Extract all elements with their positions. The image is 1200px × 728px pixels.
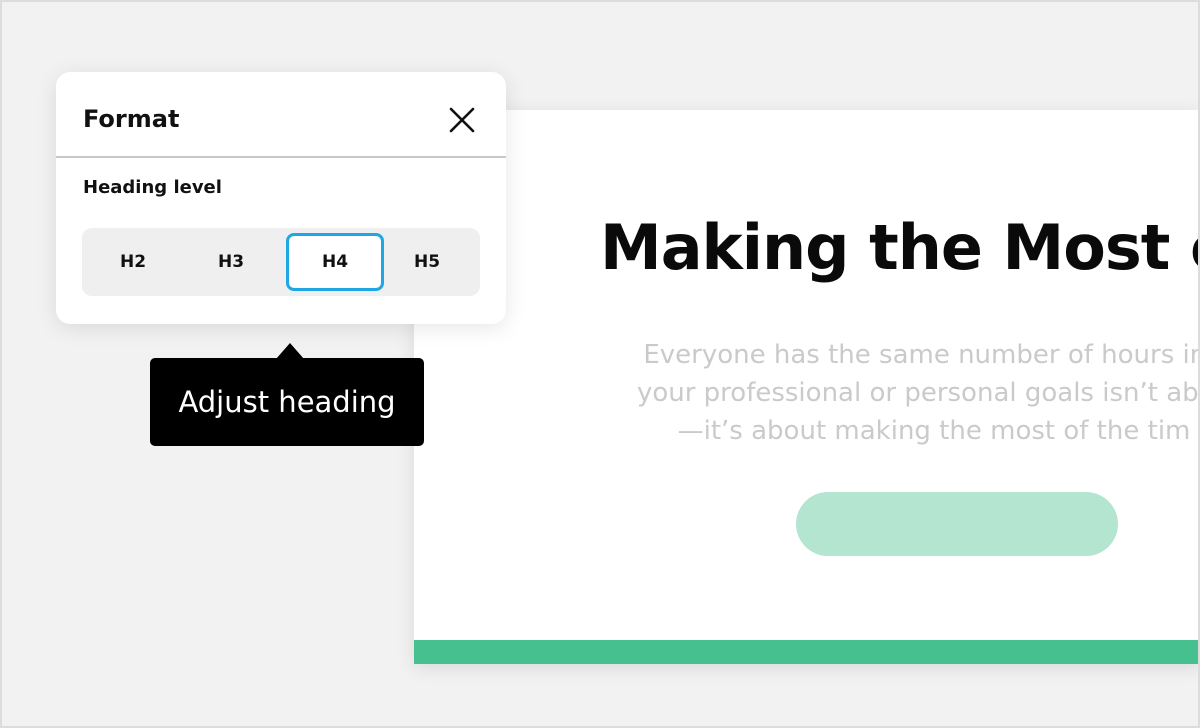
tooltip-arrow (276, 343, 304, 359)
heading-option-h5[interactable]: H5 (378, 233, 476, 291)
format-panel: Format Heading level H2 H3 H4 H5 (56, 72, 506, 324)
panel-title: Format (83, 105, 180, 133)
preview-footer-bar (414, 640, 1200, 664)
preview-body-line: your professional or personal goals isn’… (636, 378, 1200, 408)
heading-level-label: Heading level (83, 177, 222, 198)
preview-cta-button[interactable] (796, 492, 1118, 556)
heading-option-h3[interactable]: H3 (182, 233, 280, 291)
heading-option-h2[interactable]: H2 (84, 233, 182, 291)
page-preview: Making the Most o Everyone has the same … (414, 110, 1200, 664)
preview-title[interactable]: Making the Most o (600, 208, 1200, 288)
tooltip-text: Adjust heading (178, 385, 396, 419)
close-button[interactable] (444, 102, 480, 138)
heading-level-selector: H2 H3 H4 H5 (82, 228, 480, 296)
preview-body-line: —it’s about making the most of the tim (677, 416, 1191, 446)
close-icon (449, 107, 475, 133)
panel-divider (56, 156, 506, 158)
preview-body-text[interactable]: Everyone has the same number of hours in… (564, 336, 1200, 450)
tooltip: Adjust heading (150, 358, 424, 446)
preview-body-line: Everyone has the same number of hours in… (643, 340, 1200, 370)
heading-option-h4[interactable]: H4 (286, 233, 384, 291)
